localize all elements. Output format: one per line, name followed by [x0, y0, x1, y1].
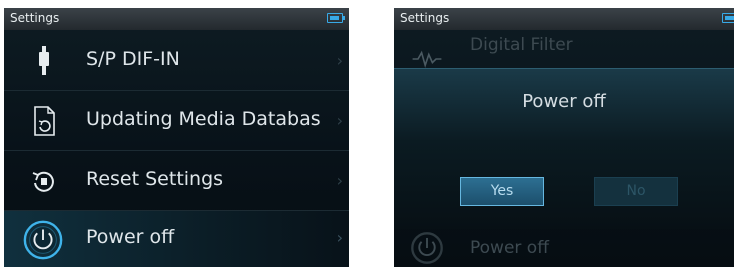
chevron-right-icon: › [336, 228, 343, 247]
settings-screen: Settings S/P DIF-IN › Updating Media Dat… [4, 8, 349, 267]
battery-icon [722, 13, 734, 23]
chevron-right-icon: › [336, 111, 343, 130]
status-bar: Settings [4, 8, 349, 30]
dialog-title: Power off [522, 91, 606, 112]
power-off-dialog-screen: Settings Digital Filter Power off Yes No… [394, 8, 734, 267]
menu-item-spdif-in[interactable]: S/P DIF-IN › [4, 31, 349, 91]
chevron-right-icon: › [336, 51, 343, 70]
background-item-label: Digital Filter [470, 35, 573, 55]
connector-icon [39, 46, 49, 75]
waveform-icon [412, 50, 442, 68]
status-title: Settings [10, 11, 60, 25]
chevron-right-icon: › [336, 171, 343, 190]
menu-item-power-off[interactable]: Power off › [4, 211, 349, 267]
yes-button[interactable]: Yes [460, 177, 544, 206]
power-off-dialog: Power off Yes No [394, 68, 734, 229]
background-item-power-off: Power off [394, 227, 734, 267]
status-bar: Settings [394, 8, 734, 30]
menu-item-label: Power off [86, 226, 175, 248]
menu-item-label: Reset Settings [86, 168, 224, 190]
menu-item-updating-media-database[interactable]: Updating Media Databas › [4, 91, 349, 151]
status-title: Settings [400, 11, 450, 25]
power-icon [411, 232, 443, 264]
reset-icon [32, 171, 54, 192]
background-item-label: Power off [470, 238, 549, 258]
battery-icon [327, 13, 345, 23]
menu-item-label: Updating Media Databas [86, 108, 321, 130]
database-refresh-icon [34, 106, 55, 136]
no-button[interactable]: No [594, 177, 678, 206]
menu-item-label: S/P DIF-IN [86, 48, 180, 70]
power-icon [23, 220, 63, 260]
menu-item-reset-settings[interactable]: Reset Settings › [4, 151, 349, 211]
